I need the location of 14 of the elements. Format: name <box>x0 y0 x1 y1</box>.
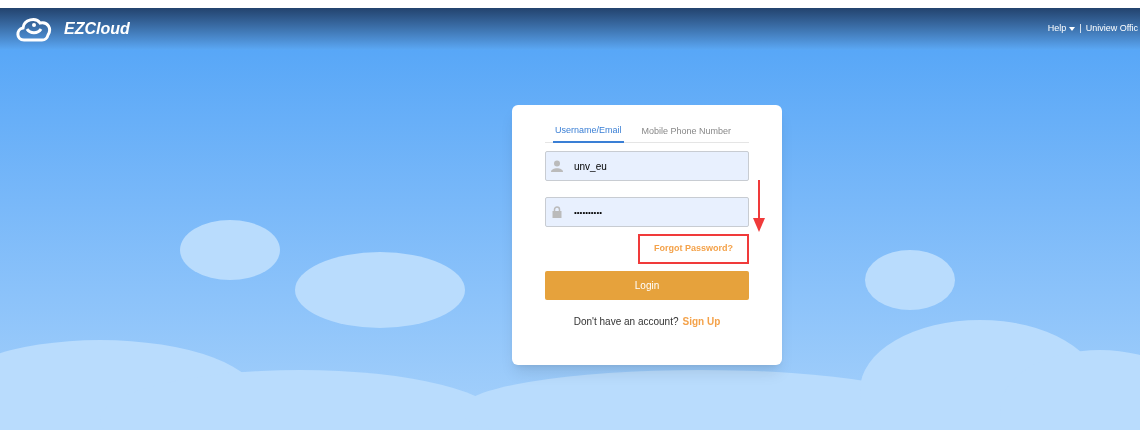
lock-icon <box>552 206 562 218</box>
help-link[interactable]: Help <box>1047 22 1076 36</box>
arrow-icon <box>753 180 765 234</box>
caret-icon <box>1069 27 1076 31</box>
official-link[interactable]: Uniview Offic <box>1085 22 1138 36</box>
login-tab[interactable]: Mobile Phone Number <box>639 121 734 143</box>
signup-prompt: Don't have an account? <box>573 314 679 329</box>
logo-text: EZCloud <box>64 19 130 39</box>
login-tab[interactable]: Username/Email <box>553 121 624 143</box>
separator: | <box>1079 22 1082 36</box>
username-field[interactable]: unv_eu <box>545 151 749 181</box>
password-field[interactable]: •••••••••• <box>545 197 749 227</box>
person-icon <box>551 160 563 172</box>
cloud-eye-icon <box>14 15 54 43</box>
